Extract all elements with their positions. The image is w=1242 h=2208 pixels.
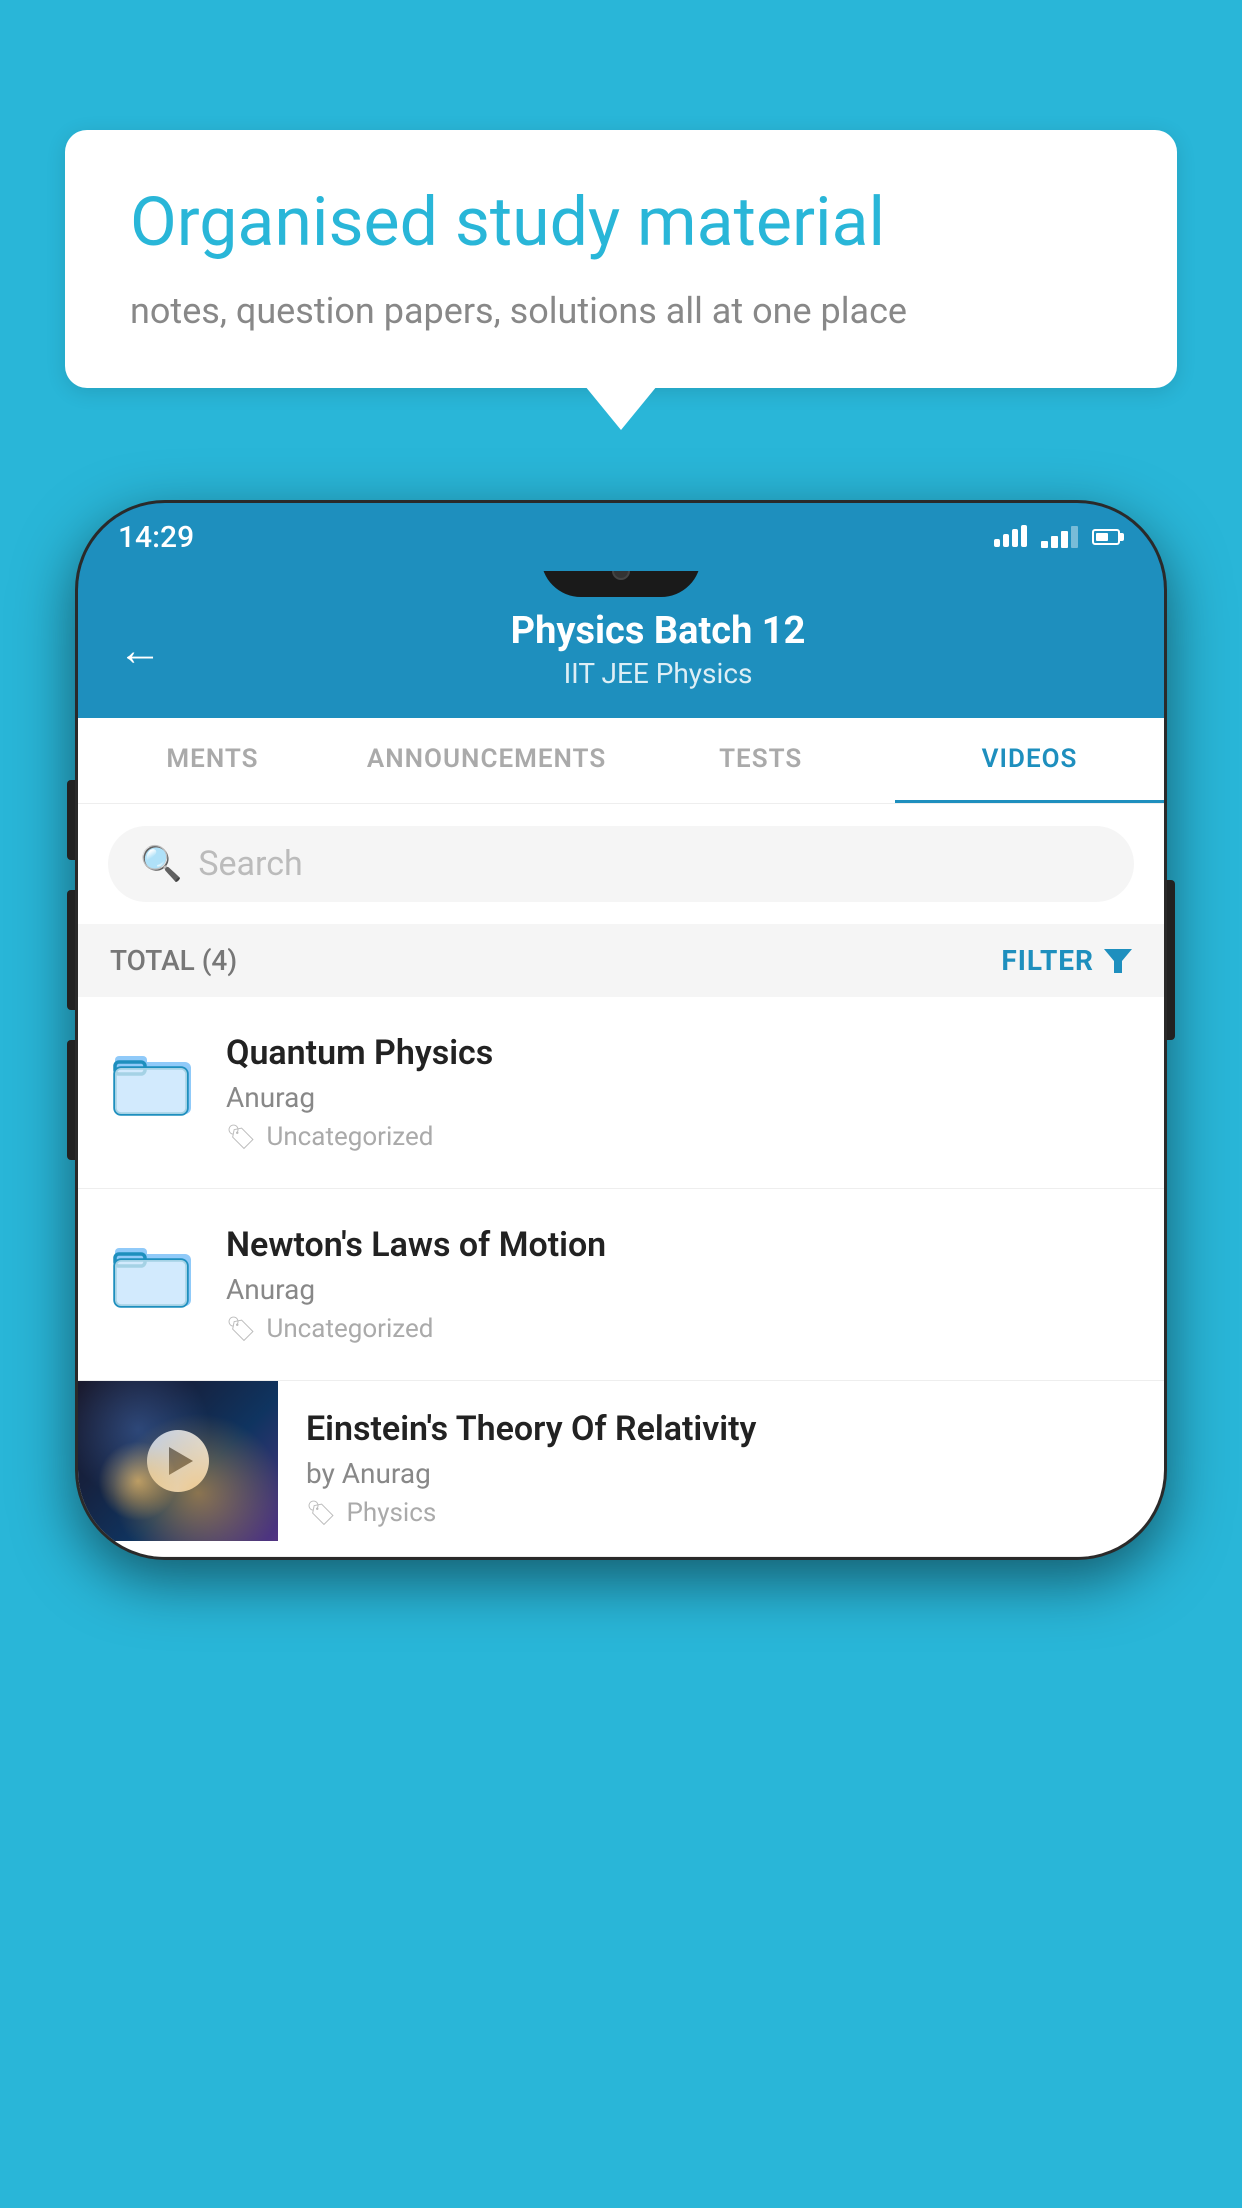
- speech-bubble: Organised study material notes, question…: [65, 130, 1177, 388]
- search-container: 🔍 Search: [78, 804, 1164, 924]
- video-title: Newton's Laws of Motion: [226, 1225, 1134, 1265]
- signal-icon: [1041, 526, 1078, 548]
- tag-label: Uncategorized: [266, 1314, 433, 1344]
- total-count: TOTAL (4): [110, 944, 237, 977]
- filter-icon: [1104, 949, 1132, 973]
- batch-title: Physics Batch 12: [192, 609, 1124, 653]
- phone-side-button-vol-down: [67, 1040, 75, 1160]
- video-thumbnail: [78, 1381, 278, 1541]
- video-info: Quantum Physics Anurag 🏷 Uncategorized: [226, 1033, 1134, 1152]
- tab-ments[interactable]: MENTS: [78, 718, 347, 803]
- list-item[interactable]: Newton's Laws of Motion Anurag 🏷 Uncateg…: [78, 1189, 1164, 1381]
- status-icons: [994, 526, 1124, 548]
- tab-videos[interactable]: VIDEOS: [895, 718, 1164, 803]
- speech-bubble-title: Organised study material: [130, 182, 1112, 264]
- video-author: by Anurag: [306, 1457, 1136, 1490]
- speech-bubble-container: Organised study material notes, question…: [65, 130, 1177, 388]
- header-title-group: Physics Batch 12 IIT JEE Physics: [192, 609, 1124, 690]
- list-item[interactable]: Quantum Physics Anurag 🏷 Uncategorized: [78, 997, 1164, 1189]
- video-title: Einstein's Theory Of Relativity: [306, 1409, 1136, 1449]
- back-button[interactable]: ←: [118, 624, 162, 676]
- tag-label: Physics: [346, 1498, 436, 1528]
- battery-icon: [1092, 529, 1124, 545]
- notch-bar: [78, 571, 1164, 581]
- filter-label: FILTER: [1001, 944, 1094, 977]
- video-tag: 🏷 Uncategorized: [226, 1314, 1134, 1344]
- video-author: Anurag: [226, 1273, 1134, 1306]
- search-bar[interactable]: 🔍 Search: [108, 826, 1134, 902]
- status-time: 14:29: [118, 520, 194, 555]
- filter-button[interactable]: FILTER: [1001, 944, 1132, 977]
- tag-label: Uncategorized: [266, 1122, 433, 1152]
- tab-announcements[interactable]: ANNOUNCEMENTS: [347, 718, 626, 803]
- search-placeholder: Search: [198, 844, 302, 884]
- phone-side-button-power: [1167, 880, 1175, 1040]
- speech-bubble-subtitle: notes, question papers, solutions all at…: [130, 286, 1112, 336]
- phone-side-button-vol-mute: [67, 780, 75, 860]
- list-item[interactable]: Einstein's Theory Of Relativity by Anura…: [78, 1381, 1164, 1557]
- filter-bar: TOTAL (4) FILTER: [78, 924, 1164, 997]
- video-tag: 🏷 Uncategorized: [226, 1122, 1134, 1152]
- video-info: Newton's Laws of Motion Anurag 🏷 Uncateg…: [226, 1225, 1134, 1344]
- phone-wrapper: 14:29: [75, 500, 1167, 2208]
- content-area: Quantum Physics Anurag 🏷 Uncategorized: [78, 997, 1164, 1557]
- app-header: ← Physics Batch 12 IIT JEE Physics: [78, 581, 1164, 718]
- tabs-container: MENTS ANNOUNCEMENTS TESTS VIDEOS: [78, 718, 1164, 804]
- tag-icon: 🏷: [226, 1123, 256, 1151]
- wifi-icon: [994, 527, 1027, 547]
- tag-icon: 🏷: [226, 1315, 256, 1343]
- folder-icon: [108, 1037, 198, 1127]
- video-tag: 🏷 Physics: [306, 1498, 1136, 1528]
- batch-subtitle: IIT JEE Physics: [192, 657, 1124, 690]
- video-title: Quantum Physics: [226, 1033, 1134, 1073]
- tag-icon: 🏷: [306, 1499, 336, 1527]
- folder-icon: [108, 1229, 198, 1319]
- search-icon: 🔍: [140, 844, 182, 884]
- phone-frame: 14:29: [75, 500, 1167, 1560]
- tab-tests[interactable]: TESTS: [626, 718, 895, 803]
- video-info: Einstein's Theory Of Relativity by Anura…: [278, 1381, 1164, 1556]
- phone-side-button-vol-up: [67, 890, 75, 1010]
- status-bar: 14:29: [78, 503, 1164, 571]
- video-author: Anurag: [226, 1081, 1134, 1114]
